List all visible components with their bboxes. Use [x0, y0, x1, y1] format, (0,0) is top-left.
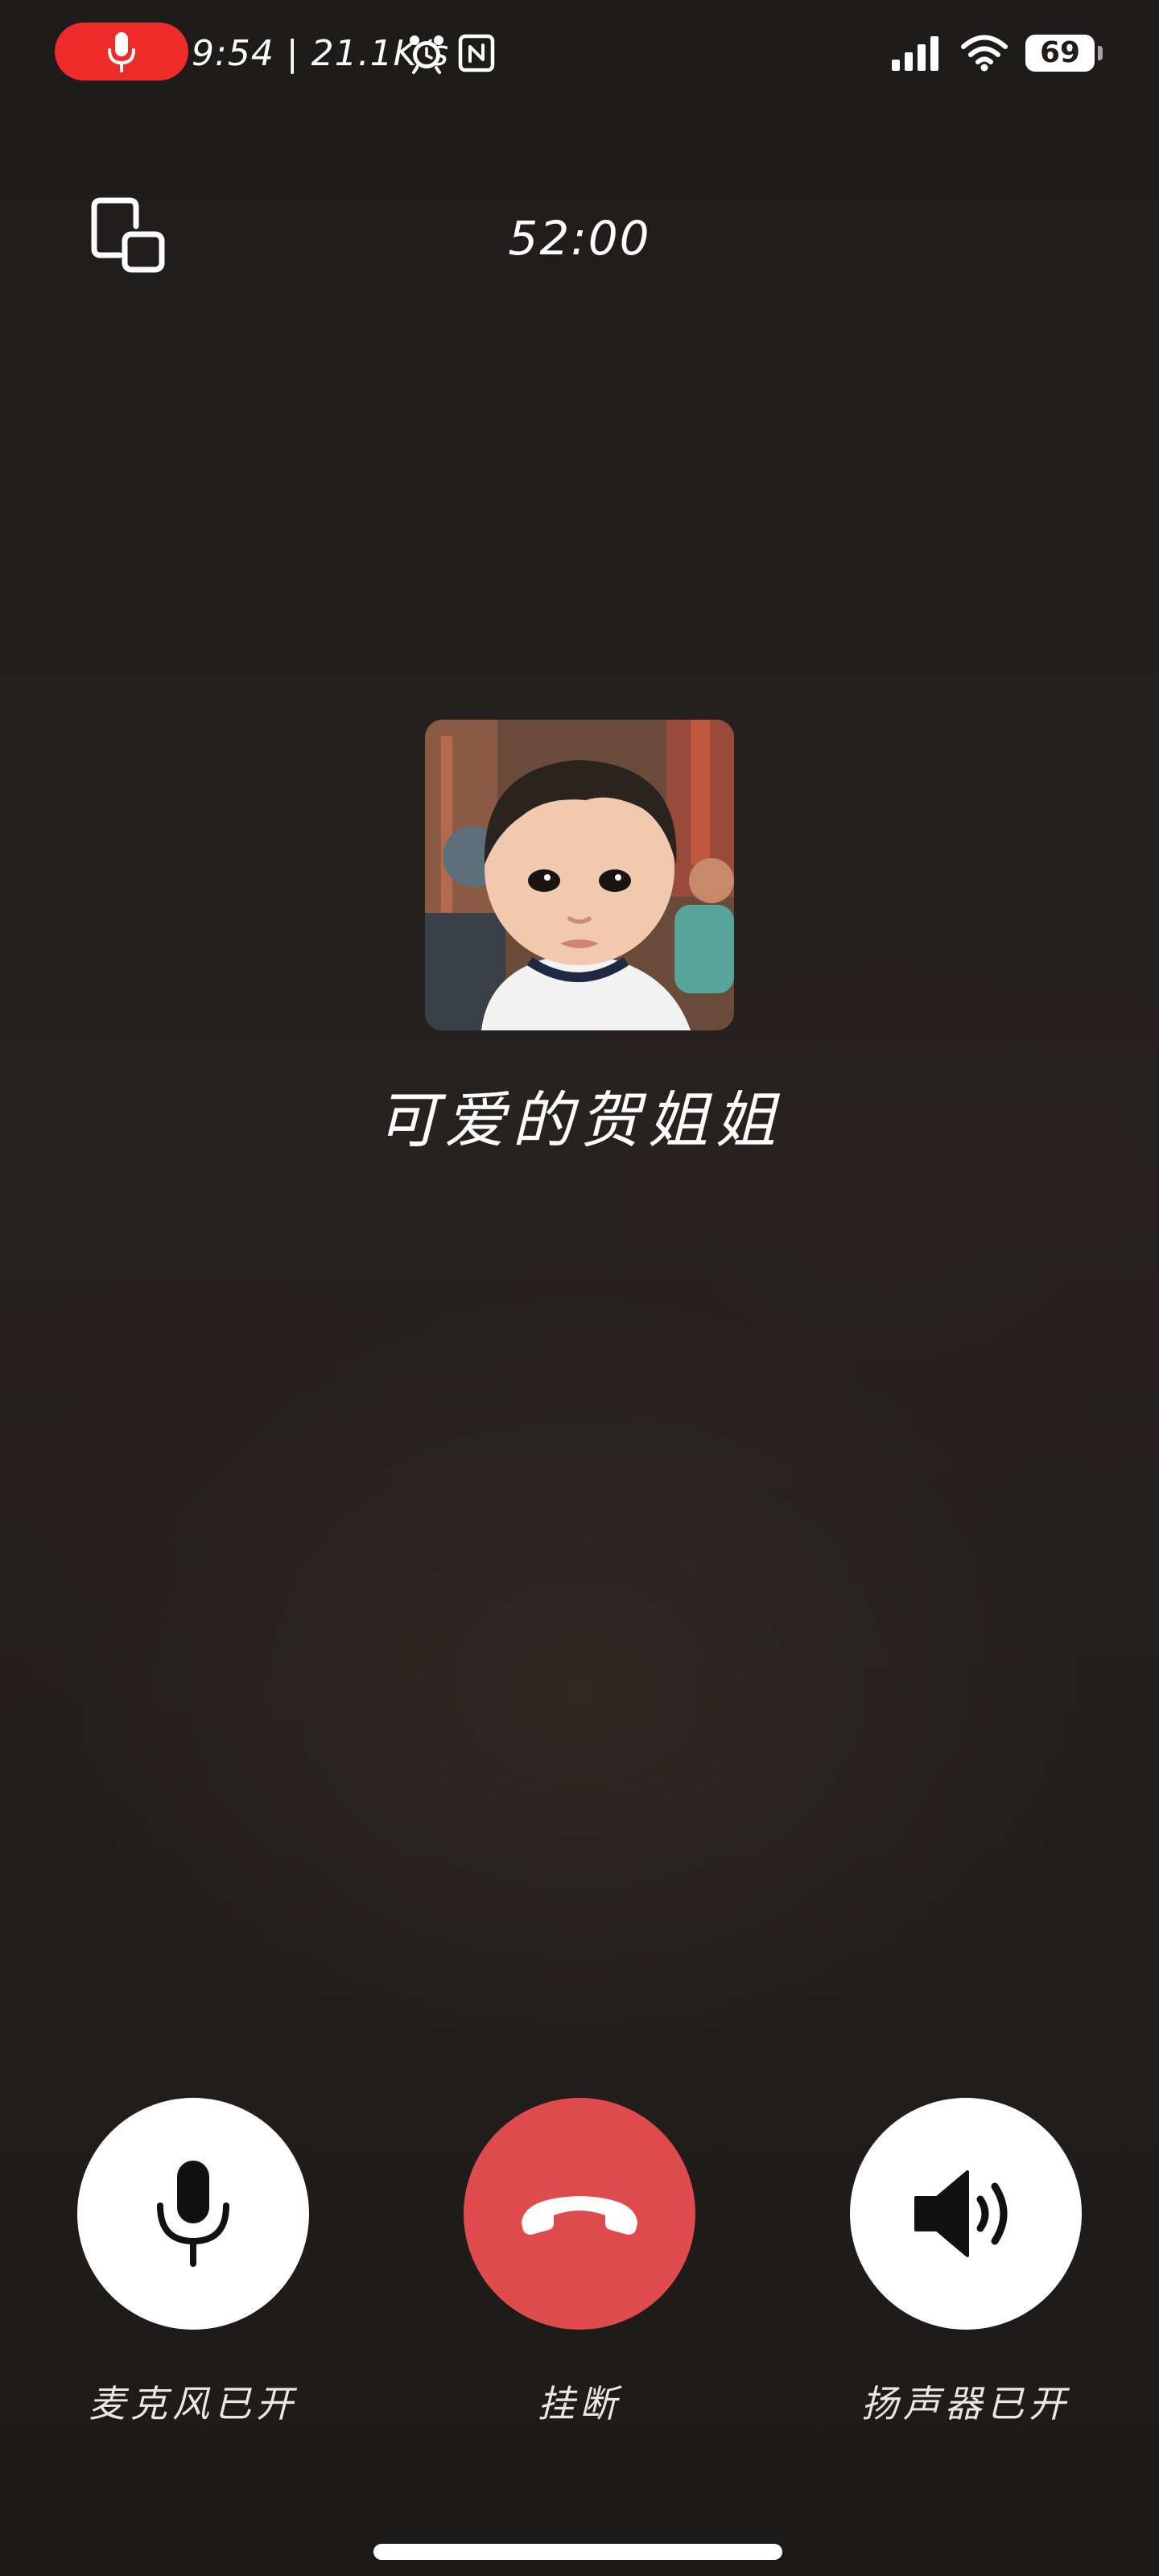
speaker-label: 扬声器已开 — [861, 2382, 1070, 2425]
hang-up-button[interactable] — [464, 2098, 695, 2330]
hang-up-phone-icon — [522, 2196, 637, 2235]
contact-name: 可爱的贺姐姐 — [377, 1084, 782, 1156]
microphone-recording-icon — [108, 32, 135, 72]
alarm-clock-icon — [410, 35, 443, 74]
battery-level: 69 — [1039, 36, 1081, 69]
cellular-signal-icon — [892, 36, 938, 71]
hangup-control: 挂断 — [463, 2098, 696, 2428]
speaker-icon — [914, 2170, 1008, 2257]
speaker-toggle-button[interactable] — [850, 2098, 1082, 2330]
status-bar: 9:54 | 21.1K/s 69 — [0, 0, 1159, 105]
nfc-icon — [458, 34, 495, 72]
voice-call-screen: 9:54 | 21.1K/s 69 52:00 可爱的贺姐姐 麦克风已开 挂断 … — [0, 0, 1159, 2576]
home-indicator[interactable] — [373, 2544, 782, 2560]
mic-control: 麦克风已开 — [76, 2098, 310, 2428]
speaker-control: 扬声器已开 — [849, 2098, 1083, 2428]
hangup-label: 挂断 — [538, 2382, 621, 2425]
recording-indicator[interactable] — [55, 23, 188, 80]
mic-toggle-button[interactable] — [77, 2098, 309, 2330]
contact-avatar-photo — [425, 720, 734, 1030]
wifi-icon — [961, 35, 1008, 72]
mic-label: 麦克风已开 — [89, 2382, 298, 2425]
contact-avatar — [425, 720, 734, 1030]
microphone-icon — [157, 2161, 229, 2267]
status-right-group: 69 — [890, 27, 1103, 79]
battery-indicator: 69 — [1025, 35, 1103, 72]
call-timer: 52:00 — [508, 211, 651, 266]
